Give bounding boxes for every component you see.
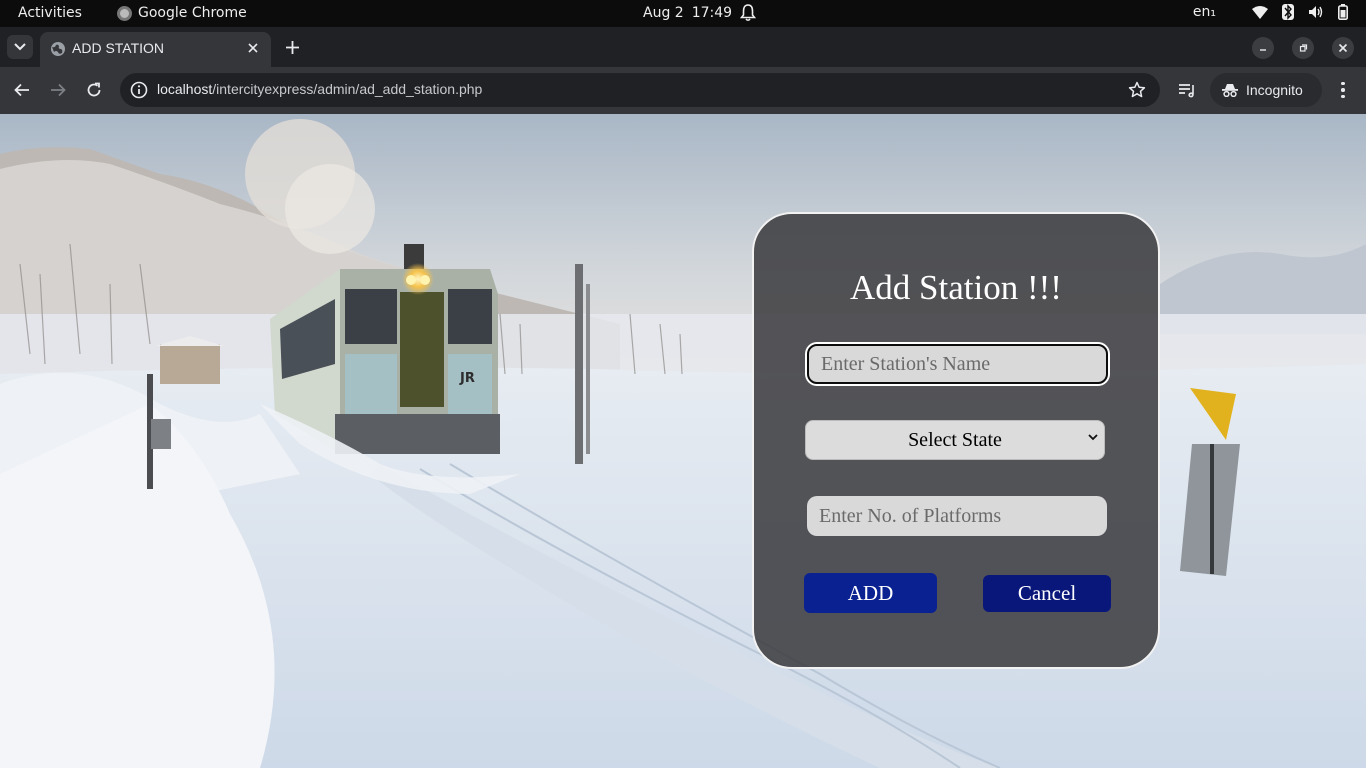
activities-button[interactable]: Activities [18,5,82,21]
minimize-button[interactable] [1252,37,1274,59]
system-top-bar: Activities Google Chrome Aug 2 17:49 en₁ [0,0,1366,27]
state-select[interactable]: Select State [805,420,1105,460]
background-image: JR [0,114,1366,768]
minimize-icon [1260,49,1266,51]
volume-icon [1309,6,1323,18]
address-bar[interactable]: localhost/intercityexpress/admin/ad_add_… [120,73,1160,107]
star-icon[interactable] [1128,81,1146,99]
app-name: Google Chrome [138,5,247,21]
cancel-button[interactable]: Cancel [983,575,1111,612]
battery-icon [1338,4,1348,20]
plus-icon [285,40,299,54]
chevron-down-icon [1088,434,1098,441]
tab-search-button[interactable] [7,35,33,59]
maximize-button[interactable] [1292,37,1314,59]
url-text[interactable]: localhost/intercityexpress/admin/ad_add_… [157,81,482,97]
page-viewport: JR Add Station !!! Select State ADD Canc… [0,114,1366,768]
station-name-input[interactable] [807,344,1108,384]
new-tab-button[interactable] [281,36,303,58]
chrome-icon [117,5,132,21]
incognito-label: Incognito [1246,82,1303,98]
browser-toolbar: localhost/intercityexpress/admin/ad_add_… [0,67,1366,114]
clock-date: Aug 2 [643,5,684,21]
forward-button[interactable] [46,78,70,102]
chrome-menu-button[interactable] [1336,79,1350,101]
arrow-left-icon [14,83,29,97]
keyboard-layout[interactable]: en₁ [1193,4,1216,20]
globe-icon [51,42,65,56]
tab-title: ADD STATION [72,40,165,56]
url-host: localhost [157,81,213,97]
back-button[interactable] [10,78,34,102]
maximize-icon [1299,44,1308,52]
arrow-right-icon [51,83,66,97]
close-icon [1338,43,1348,53]
system-tray[interactable]: en₁ [1193,4,1348,20]
info-icon[interactable] [130,81,148,99]
incognito-profile-button[interactable]: Incognito [1210,73,1322,107]
tab-strip: ADD STATION [0,27,1366,67]
add-station-form: Add Station !!! Select State ADD Cancel [752,212,1160,669]
app-menu[interactable]: Google Chrome [117,5,247,21]
wifi-icon [1252,6,1268,19]
platforms-input[interactable] [807,496,1107,536]
url-path: /intercityexpress/admin/ad_add_station.p… [212,81,483,97]
svg-text:JR: JR [459,371,475,386]
close-window-button[interactable] [1332,37,1354,59]
form-heading: Add Station !!! [850,268,1062,307]
reload-icon [87,82,101,97]
clock-time: 17:49 [691,5,733,21]
bell-icon [740,4,756,22]
incognito-icon [1222,84,1238,97]
close-icon [248,43,258,53]
tab-add-station[interactable]: ADD STATION [40,32,271,67]
chevron-down-icon [14,43,26,51]
add-button[interactable]: ADD [804,573,937,613]
media-control-icon[interactable] [1176,79,1198,101]
reload-button[interactable] [82,78,106,102]
state-select-value: Select State [908,428,1002,451]
clock[interactable]: Aug 2 17:49 [643,5,732,21]
tab-close-button[interactable] [243,38,263,58]
bluetooth-icon [1282,4,1294,20]
